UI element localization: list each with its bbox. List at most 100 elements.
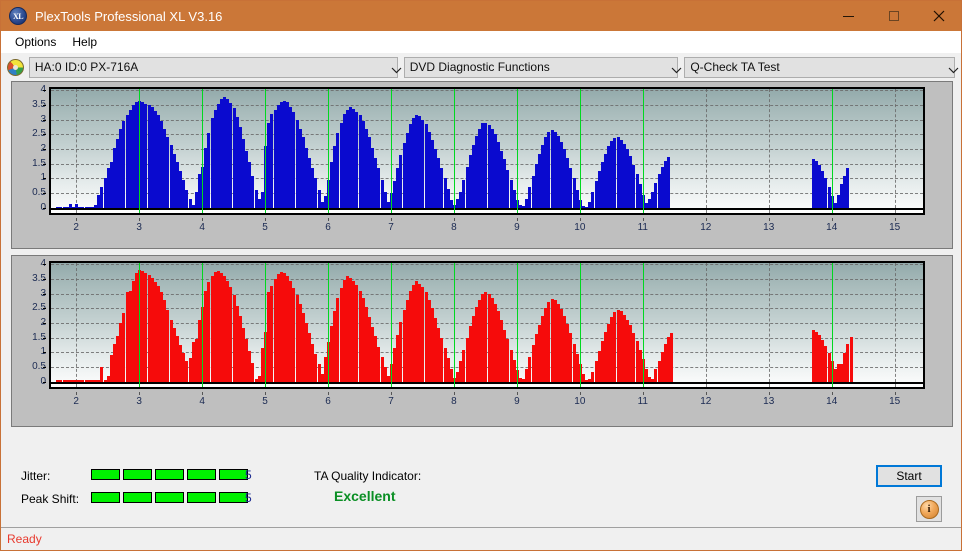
track-marker: [328, 263, 330, 387]
menu-item-options[interactable]: Options: [7, 33, 64, 51]
gridline-vertical: [894, 263, 896, 387]
x-axis-tick: [202, 392, 204, 395]
x-axis-label: 8: [451, 222, 457, 233]
x-axis-tick: [516, 218, 518, 221]
x-axis-label: 4: [199, 396, 205, 407]
window-controls: [826, 1, 961, 31]
x-axis-tick: [642, 392, 644, 395]
zero-baseline: [51, 207, 923, 210]
x-axis-tick: [139, 392, 141, 395]
x-axis-label: 8: [451, 396, 457, 407]
x-axis-label: 11: [637, 222, 649, 233]
info-button[interactable]: i: [916, 496, 942, 522]
x-axis-tick: [390, 218, 392, 221]
x-axis-label: 3: [136, 396, 142, 407]
maximize-button[interactable]: [871, 1, 916, 31]
meter-segment: [219, 469, 248, 480]
status-text: Ready: [7, 532, 42, 546]
zero-baseline: [51, 381, 923, 384]
x-axis-tick: [265, 392, 267, 395]
track-marker: [265, 263, 267, 387]
x-axis-label: 5: [262, 396, 268, 407]
track-marker: [453, 263, 455, 387]
y-axis-tick: [43, 178, 46, 180]
track-marker: [202, 89, 204, 213]
menu-item-help[interactable]: Help: [64, 33, 105, 51]
gridline-horizontal: [51, 264, 923, 266]
x-axis-tick: [579, 218, 581, 221]
x-axis-label: 9: [514, 222, 520, 233]
y-axis-tick: [43, 323, 46, 325]
y-axis-tick: [43, 90, 46, 92]
meter-segment: [219, 492, 248, 503]
y-axis: 00.511.522.533.54: [12, 259, 46, 389]
close-button[interactable]: [916, 1, 961, 31]
gridline-vertical: [76, 263, 78, 387]
peak-shift-meter: [91, 492, 248, 503]
track-marker: [390, 89, 392, 213]
meter-segment: [91, 469, 120, 480]
y-axis-tick: [43, 119, 46, 121]
meter-segment: [123, 469, 152, 480]
meter-segment: [187, 492, 216, 503]
meter-segment: [187, 469, 216, 480]
x-axis-tick: [453, 392, 455, 395]
maximize-icon: [888, 11, 899, 21]
y-axis-tick: [43, 352, 46, 354]
y-axis-tick: [43, 337, 46, 339]
track-marker: [139, 89, 141, 213]
track-marker: [642, 263, 644, 387]
function-select-value: DVD Diagnostic Functions: [409, 60, 550, 74]
x-axis-label: 7: [388, 396, 394, 407]
y-axis-tick: [43, 279, 46, 281]
ta-quality-label: TA Quality Indicator:: [314, 469, 422, 483]
track-marker: [579, 263, 581, 387]
x-axis-tick: [453, 218, 455, 221]
x-axis-tick: [894, 218, 896, 221]
info-icon: i: [919, 499, 939, 519]
gridline-horizontal: [51, 105, 923, 107]
function-select[interactable]: DVD Diagnostic Functions: [403, 56, 682, 78]
track-marker: [516, 89, 518, 213]
gridline-vertical: [894, 89, 896, 213]
x-axis-label: 14: [826, 222, 838, 233]
x-axis-label: 11: [637, 396, 649, 407]
x-axis-tick: [768, 218, 770, 221]
track-marker: [453, 89, 455, 213]
test-select[interactable]: Q-Check TA Test: [684, 56, 959, 78]
x-axis-label: 7: [388, 222, 394, 233]
meter-segment: [123, 492, 152, 503]
y-axis-tick: [43, 193, 46, 195]
x-axis-tick: [202, 218, 204, 221]
close-icon: [933, 10, 944, 22]
minimize-button[interactable]: [826, 1, 871, 31]
x-axis-label: 14: [826, 396, 838, 407]
chart-bar: [849, 337, 853, 382]
track-marker: [265, 89, 267, 213]
meter-segment: [155, 492, 184, 503]
x-axis-tick: [705, 392, 707, 395]
drive-select[interactable]: HA:0 ID:0 PX-716A: [28, 56, 402, 78]
x-axis-label: 4: [199, 222, 205, 233]
x-axis-tick: [768, 392, 770, 395]
jitter-value: 5: [245, 468, 252, 482]
title-bar: XL PlexTools Professional XL V3.16: [1, 1, 961, 31]
start-button[interactable]: Start: [876, 465, 942, 487]
ta-quality-value: Excellent: [334, 488, 396, 504]
peak-shift-value: 5: [245, 491, 252, 505]
y-axis-tick: [43, 149, 46, 151]
x-axis-label: 13: [763, 396, 775, 407]
toolbar: HA:0 ID:0 PX-716A DVD Diagnostic Functio…: [1, 53, 961, 81]
gridline-vertical: [768, 263, 770, 387]
x-axis-tick: [894, 392, 896, 395]
track-marker: [139, 263, 141, 387]
results-panel: Jitter: 5 Peak Shift: 5 TA Quality Indic…: [1, 458, 961, 527]
track-marker: [831, 89, 833, 213]
drive-select-value: HA:0 ID:0 PX-716A: [34, 60, 139, 74]
gridline-vertical: [705, 89, 707, 213]
track-marker: [328, 89, 330, 213]
menu-bar: Options Help: [1, 31, 961, 53]
x-axis-label: 10: [574, 222, 586, 233]
x-axis-label: 15: [889, 222, 901, 233]
x-axis-tick: [139, 218, 141, 221]
